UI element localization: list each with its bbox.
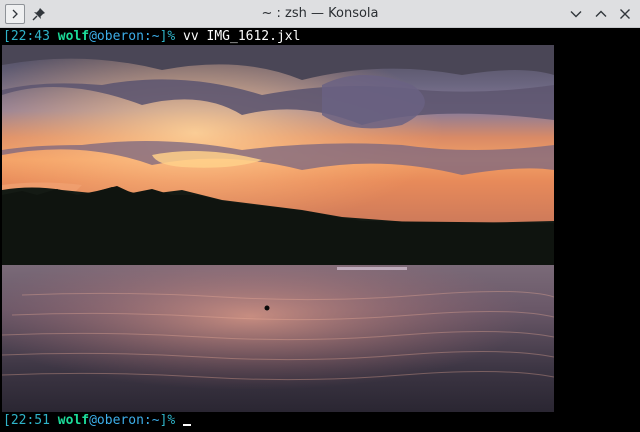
prompt-line-2: [22:51 wolf@oberon:~]% <box>3 412 192 429</box>
terminal-image-preview <box>2 45 554 412</box>
prompt-path: :~ <box>143 413 160 428</box>
command-text: vv IMG_1612.jxl <box>175 29 301 44</box>
prompt-time: [22:43 <box>3 29 50 44</box>
prompt-end: ]% <box>159 29 176 44</box>
maximize-button[interactable] <box>591 4 611 24</box>
prompt-user: wolf <box>57 29 90 44</box>
prompt-user: wolf <box>57 413 90 428</box>
command-text <box>175 413 183 428</box>
konsole-window: ~ : zsh — Konsola [22:43 wolf@oberon:~]%… <box>0 0 640 432</box>
close-icon <box>620 9 630 19</box>
terminal-cursor <box>183 412 192 426</box>
title-bar[interactable]: ~ : zsh — Konsola <box>0 0 640 28</box>
chevron-down-icon <box>570 11 582 18</box>
terminal-view[interactable]: [22:43 wolf@oberon:~]% vv IMG_1612.jxl [… <box>0 28 640 432</box>
prompt-line-1: [22:43 wolf@oberon:~]% vv IMG_1612.jxl <box>3 28 300 45</box>
chevron-up-icon <box>595 10 607 17</box>
window-title: ~ : zsh — Konsola <box>261 6 379 21</box>
prompt-host: @oberon <box>89 29 144 44</box>
minimize-button[interactable] <box>566 4 586 24</box>
prompt-path: :~ <box>143 29 160 44</box>
prompt-end: ]% <box>159 413 176 428</box>
prompt-time: [22:51 <box>3 413 50 428</box>
prompt-host: @oberon <box>89 413 144 428</box>
close-button[interactable] <box>615 4 635 24</box>
